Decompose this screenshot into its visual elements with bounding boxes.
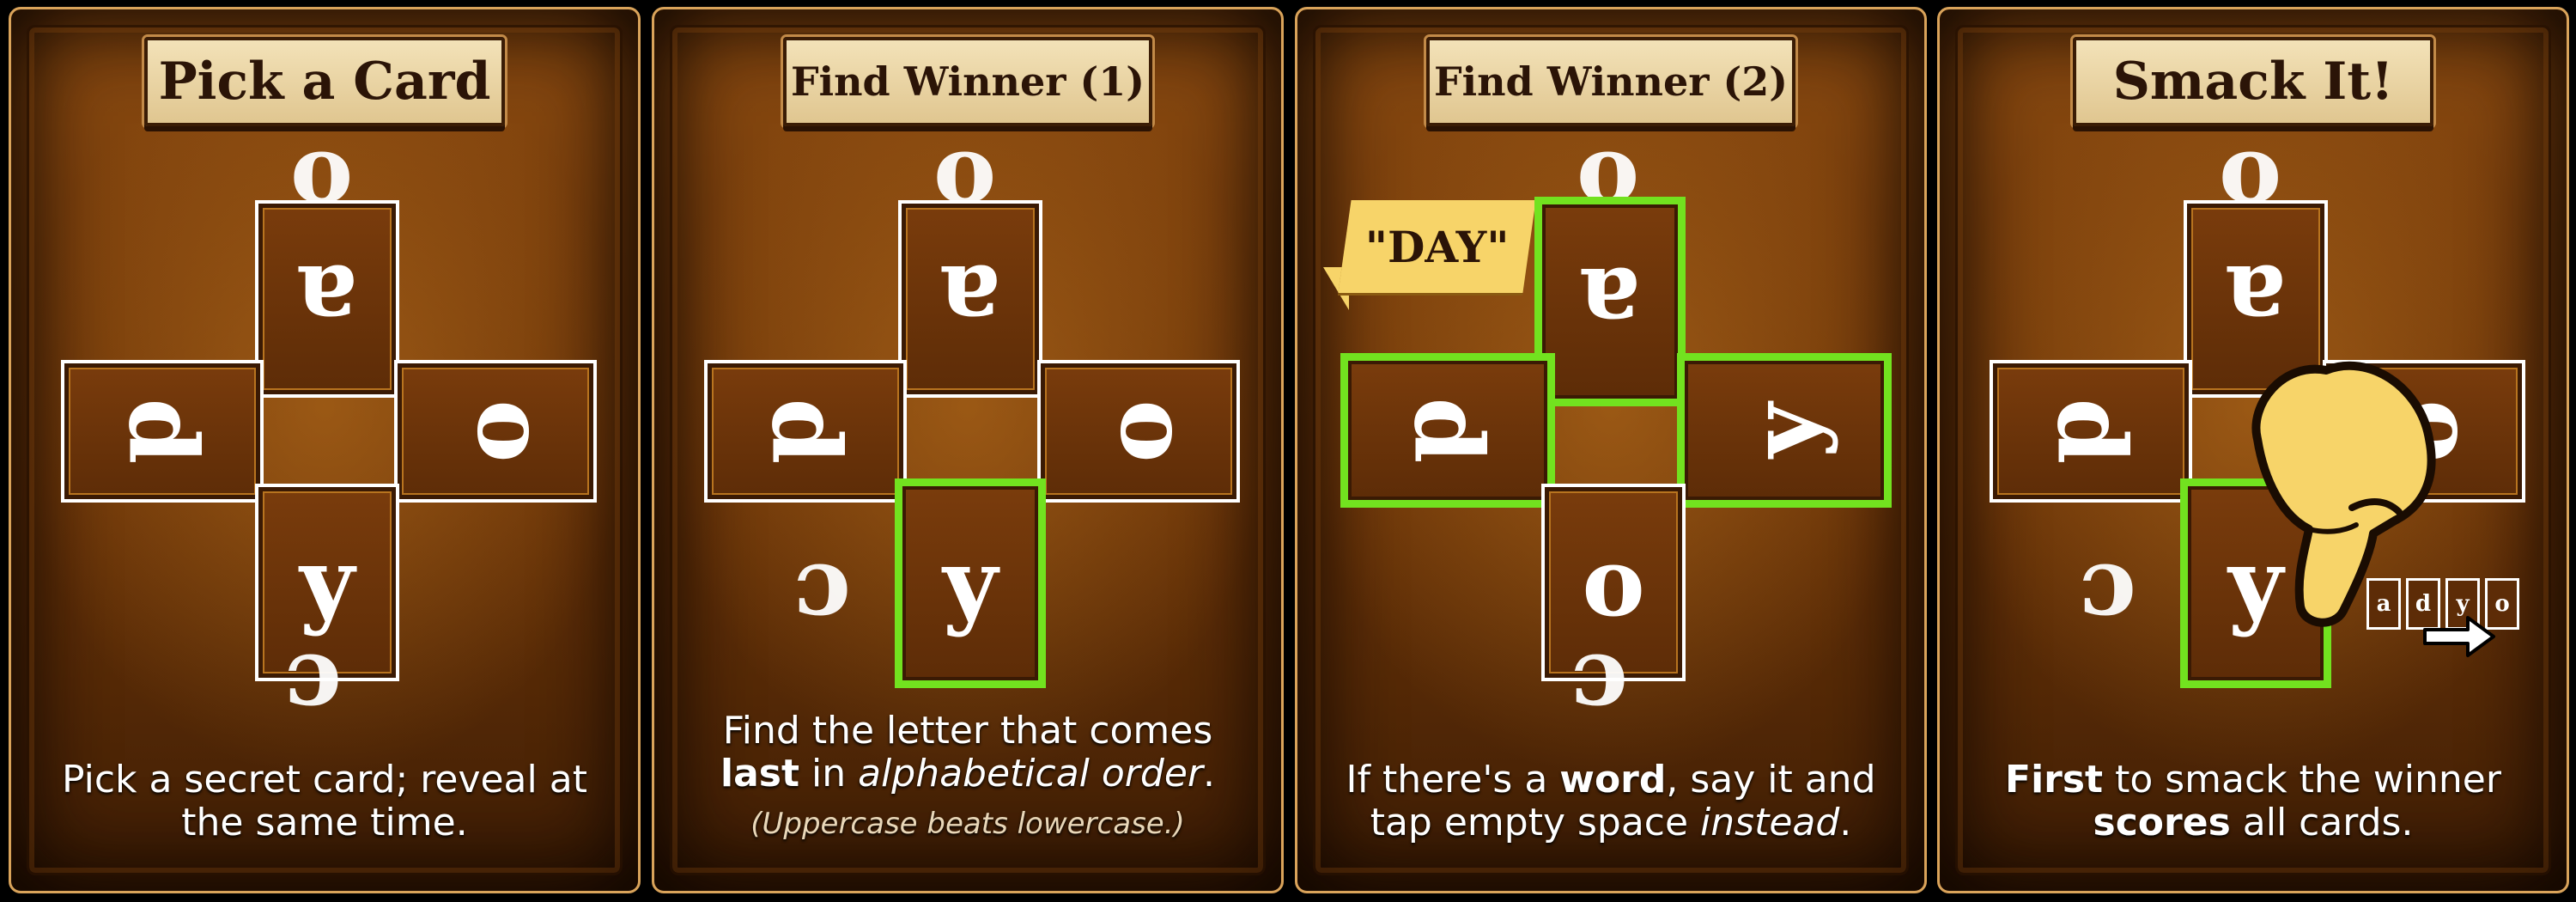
- caption: Find the letter that comes last in alpha…: [720, 709, 1215, 795]
- panel-find-winner-2: Find Winner (2) "DAY" o a d y o c If the…: [1295, 7, 1927, 893]
- card-left[interactable]: d: [61, 360, 264, 503]
- panel-title: Find Winner (1): [783, 37, 1152, 126]
- card-left[interactable]: d: [704, 360, 907, 503]
- panel-find-winner-1: Find Winner (1) o a d o y c Find the let…: [652, 7, 1284, 893]
- card-top[interactable]: a: [255, 200, 399, 398]
- ghost-letter-bottom: c: [1571, 633, 1628, 744]
- panel-smack-it: Smack It! o a d o y c a d y o First to s…: [1937, 7, 2569, 893]
- card-top[interactable]: a: [1534, 197, 1686, 406]
- speech-bubble: "DAY": [1338, 200, 1536, 293]
- card-left[interactable]: d: [1340, 353, 1555, 508]
- note: (Uppercase beats lowercase.): [750, 807, 1185, 841]
- caption: If there's a word, say it and tap empty …: [1346, 758, 1876, 844]
- ghost-letter-bottom: c: [284, 633, 342, 744]
- ghost-letter-left: c: [793, 543, 851, 654]
- panel-title: Find Winner (2): [1426, 37, 1795, 126]
- panel-title: Smack It!: [2073, 37, 2433, 126]
- card-bottom-winner[interactable]: y: [895, 478, 1046, 688]
- pointing-hand-icon: [2251, 361, 2436, 627]
- caption: First to smack the winner scores all car…: [2005, 758, 2501, 844]
- card-right[interactable]: o: [394, 360, 597, 503]
- panel-pick-a-card: Pick a Card o a d o y c Pick a secret ca…: [9, 7, 641, 893]
- card-left[interactable]: d: [1990, 360, 2192, 503]
- card-top[interactable]: a: [898, 200, 1042, 398]
- panel-title: Pick a Card: [144, 37, 505, 126]
- card-right[interactable]: y: [1677, 353, 1892, 508]
- caption: Pick a secret card; reveal at the same t…: [62, 758, 587, 844]
- card-right[interactable]: o: [1037, 360, 1240, 503]
- ghost-letter-left: c: [2079, 543, 2136, 654]
